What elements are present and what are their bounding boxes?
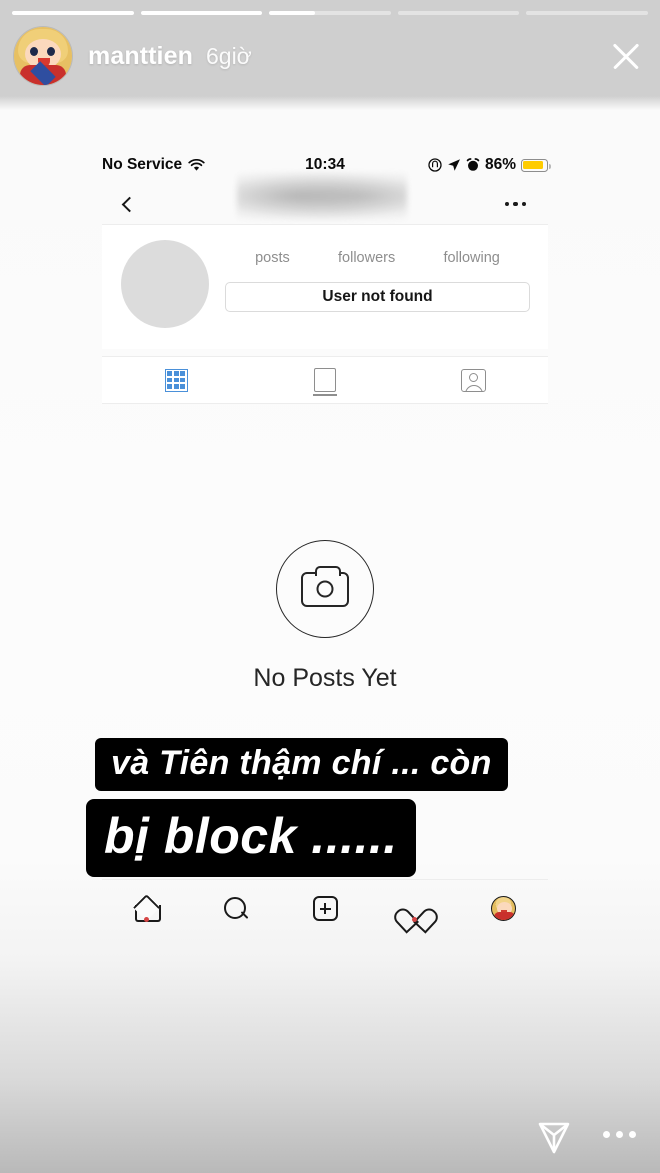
profile-more-options-icon[interactable] (504, 201, 526, 207)
story-progress-bars (12, 11, 648, 15)
blurred-username-title (237, 172, 407, 220)
camera-icon (276, 540, 374, 638)
progress-segment[interactable] (269, 11, 391, 15)
progress-segment[interactable] (12, 11, 134, 15)
tabbar-create[interactable] (280, 896, 369, 921)
instagram-bottom-tabbar (102, 879, 548, 937)
tabbar-search[interactable] (191, 896, 280, 922)
tab-tagged[interactable] (399, 368, 548, 392)
home-badge-dot (144, 916, 150, 922)
tabbar-profile[interactable] (459, 896, 548, 921)
stat-posts[interactable]: posts (255, 250, 290, 266)
progress-segment[interactable] (140, 11, 263, 15)
search-icon (223, 896, 249, 922)
tabbar-home[interactable] (102, 897, 191, 922)
story-caption-overlay: và Tiên thậm chí ... còn bị block ...... (0, 738, 660, 877)
alarm-clock-icon (466, 158, 480, 171)
no-posts-label: No Posts Yet (253, 664, 397, 692)
instagram-navbar (102, 172, 548, 224)
tabbar-activity[interactable] (370, 897, 459, 922)
story-more-options-icon[interactable] (603, 1130, 636, 1138)
profile-stats-row: posts followers following (225, 250, 530, 266)
igtv-icon (313, 368, 337, 397)
do-not-disturb-icon (428, 158, 442, 172)
battery-icon (521, 158, 551, 172)
back-chevron-icon[interactable] (121, 196, 138, 212)
user-not-found-button[interactable]: User not found (225, 282, 530, 312)
send-paper-plane-icon[interactable] (531, 1111, 577, 1157)
story-timestamp: 6giờ (205, 42, 252, 69)
progress-segment[interactable] (526, 11, 648, 15)
progress-segment[interactable] (397, 11, 520, 15)
stat-followers[interactable]: followers (338, 250, 395, 266)
grid-icon (164, 368, 188, 392)
caption-line-1: và Tiên thậm chí ... còn (95, 738, 508, 791)
plus-square-icon (312, 896, 338, 921)
battery-percent-label: 86% (484, 156, 516, 173)
close-icon[interactable] (606, 36, 646, 76)
caption-line-2: bị block ...... (86, 799, 416, 877)
story-username[interactable]: manttien (88, 42, 193, 71)
profile-info: posts followers following User not found (209, 225, 548, 312)
empty-state-block: No Posts Yet (102, 540, 548, 693)
avatar[interactable] (14, 27, 72, 85)
tab-igtv[interactable] (251, 368, 400, 397)
profile-header-card: posts followers following User not found (102, 224, 548, 349)
stat-following[interactable]: following (443, 250, 499, 266)
location-arrow-icon (448, 159, 460, 171)
tagged-person-icon (461, 368, 487, 392)
tab-grid[interactable] (102, 368, 251, 392)
story-header: manttien 6giờ (14, 26, 646, 86)
activity-badge-dot (411, 916, 417, 922)
profile-avatar-icon (490, 896, 516, 921)
status-bar-right: 86% (428, 156, 551, 174)
story-footer-controls (531, 1111, 646, 1157)
profile-picture-placeholder (121, 240, 209, 328)
profile-content-tabs (102, 356, 548, 404)
